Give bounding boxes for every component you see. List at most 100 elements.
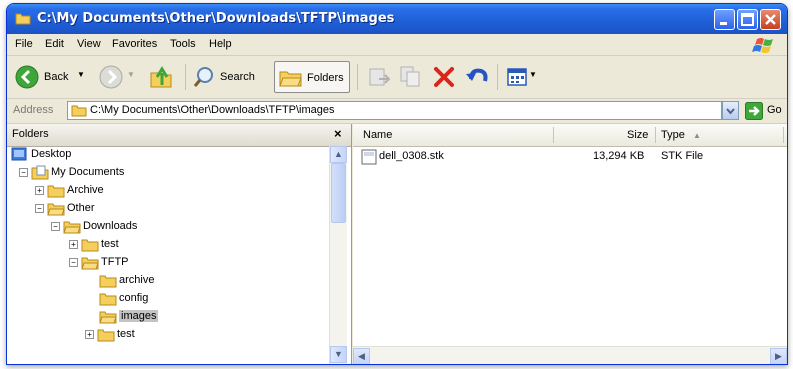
tree-label: images [119, 310, 159, 322]
forward-arrow-icon [99, 65, 123, 89]
sort-ascending-icon: ▲ [693, 131, 701, 140]
address-input[interactable]: C:\My Documents\Other\Downloads\TFTP\ima… [67, 101, 722, 120]
tree-label: archive [119, 274, 155, 286]
back-button[interactable]: Back ▼ [13, 61, 91, 93]
go-arrow-icon[interactable] [745, 102, 763, 120]
column-header-name[interactable]: Name [363, 129, 392, 141]
tree-label: test [101, 238, 119, 250]
back-label: Back [44, 71, 69, 83]
folder-icon [99, 275, 117, 288]
maximize-icon [741, 13, 754, 26]
tree-label: config [119, 292, 149, 304]
menu-edit[interactable]: Edit [45, 38, 64, 50]
expand-icon[interactable]: + [35, 186, 44, 195]
views-dropdown-icon: ▼ [529, 70, 537, 79]
tree-label: Archive [67, 184, 104, 196]
folders-vertical-scrollbar[interactable]: ▲ ▼ [329, 146, 347, 364]
folder-icon [99, 293, 117, 306]
column-header-size[interactable]: Size [627, 129, 648, 141]
expand-icon[interactable]: + [69, 240, 78, 249]
tree-label: Desktop [31, 148, 72, 160]
scroll-thumb[interactable] [331, 163, 346, 223]
address-label: Address [13, 104, 54, 116]
tree-label: Other [67, 202, 95, 214]
collapse-icon[interactable]: − [35, 204, 44, 213]
tree-label: Downloads [83, 220, 138, 232]
column-divider[interactable] [655, 127, 656, 143]
scroll-up-icon[interactable]: ▲ [330, 146, 347, 163]
close-button[interactable] [760, 9, 781, 30]
tree-label: TFTP [101, 256, 129, 268]
collapse-icon[interactable]: − [69, 258, 78, 267]
address-dropdown-button[interactable] [722, 101, 739, 120]
move-to-icon[interactable] [367, 65, 391, 89]
chevron-down-icon [726, 108, 735, 115]
folder-open-icon [47, 203, 65, 216]
views-button[interactable]: ▼ [503, 61, 539, 93]
my-documents-icon [31, 165, 49, 180]
go-button-label[interactable]: Go [767, 104, 782, 116]
title-bar[interactable]: C:\My Documents\Other\Downloads\TFTP\ima… [7, 4, 787, 34]
folder-tree: Desktop − My Documents + Archive − Other [7, 146, 329, 364]
delete-icon[interactable] [433, 66, 455, 88]
file-list-horizontal-scrollbar[interactable]: ◀ ▶ [353, 346, 787, 364]
folder-open-icon [99, 311, 117, 324]
copy-to-icon[interactable] [399, 65, 423, 89]
scroll-down-icon[interactable]: ▼ [330, 346, 347, 363]
up-folder-icon[interactable] [149, 65, 175, 89]
search-label: Search [220, 71, 255, 83]
window-title: C:\My Documents\Other\Downloads\TFTP\ima… [37, 11, 395, 26]
scroll-right-icon[interactable]: ▶ [770, 348, 787, 364]
views-icon [507, 68, 527, 86]
file-size: 13,294 KB [593, 150, 645, 162]
forward-button[interactable]: ▼ [97, 61, 139, 93]
folder-icon [81, 239, 99, 252]
minimize-icon [720, 22, 727, 25]
collapse-icon[interactable]: − [51, 222, 60, 231]
file-row[interactable]: dell_0308.stk 13,294 KB STK File [353, 148, 787, 166]
back-dropdown-icon[interactable]: ▼ [77, 70, 85, 79]
menu-view[interactable]: View [77, 38, 101, 50]
menu-favorites[interactable]: Favorites [112, 38, 157, 50]
forward-dropdown-icon[interactable]: ▼ [127, 70, 135, 79]
menu-tools[interactable]: Tools [170, 38, 196, 50]
menu-bar: File Edit View Favorites Tools Help [7, 34, 787, 56]
minimize-button[interactable] [714, 9, 735, 30]
file-icon [361, 149, 377, 165]
folders-pane: Folders × Desktop − My Documents + Archi… [7, 124, 352, 364]
folder-icon [47, 185, 65, 198]
folders-button[interactable]: Folders [274, 61, 350, 93]
collapse-icon[interactable]: − [19, 168, 28, 177]
folders-pane-header: Folders × [7, 124, 351, 147]
address-value: C:\My Documents\Other\Downloads\TFTP\ima… [90, 104, 335, 116]
folders-icon [279, 71, 302, 87]
folder-icon [71, 105, 87, 117]
folder-open-icon [63, 221, 81, 234]
expand-icon[interactable]: + [85, 330, 94, 339]
close-pane-icon[interactable]: × [334, 126, 342, 141]
folder-icon [97, 329, 115, 342]
file-list-pane: Name Size Type ▲ dell_0308.stk 13,294 KB… [353, 124, 787, 364]
column-header-type[interactable]: Type [661, 129, 685, 141]
toolbar-separator [497, 64, 498, 90]
folder-icon [15, 13, 31, 25]
address-bar: Address C:\My Documents\Other\Downloads\… [7, 99, 787, 124]
desktop-icon [11, 147, 27, 161]
search-button[interactable]: Search [189, 61, 269, 93]
column-divider[interactable] [783, 127, 784, 143]
column-divider[interactable] [553, 127, 554, 143]
menu-file[interactable]: File [15, 38, 33, 50]
toolbar-separator [185, 64, 186, 90]
maximize-button[interactable] [737, 9, 758, 30]
scroll-left-icon[interactable]: ◀ [353, 348, 370, 364]
column-headers: Name Size Type ▲ [353, 124, 787, 147]
folders-label: Folders [307, 72, 344, 84]
tree-label: test [117, 328, 135, 340]
file-type: STK File [661, 150, 704, 162]
folders-pane-title: Folders [12, 128, 49, 140]
undo-icon[interactable] [465, 65, 489, 89]
folder-open-icon [81, 257, 99, 270]
menu-help[interactable]: Help [209, 38, 232, 50]
tree-label: My Documents [51, 166, 125, 178]
explorer-window: C:\My Documents\Other\Downloads\TFTP\ima… [6, 3, 788, 365]
